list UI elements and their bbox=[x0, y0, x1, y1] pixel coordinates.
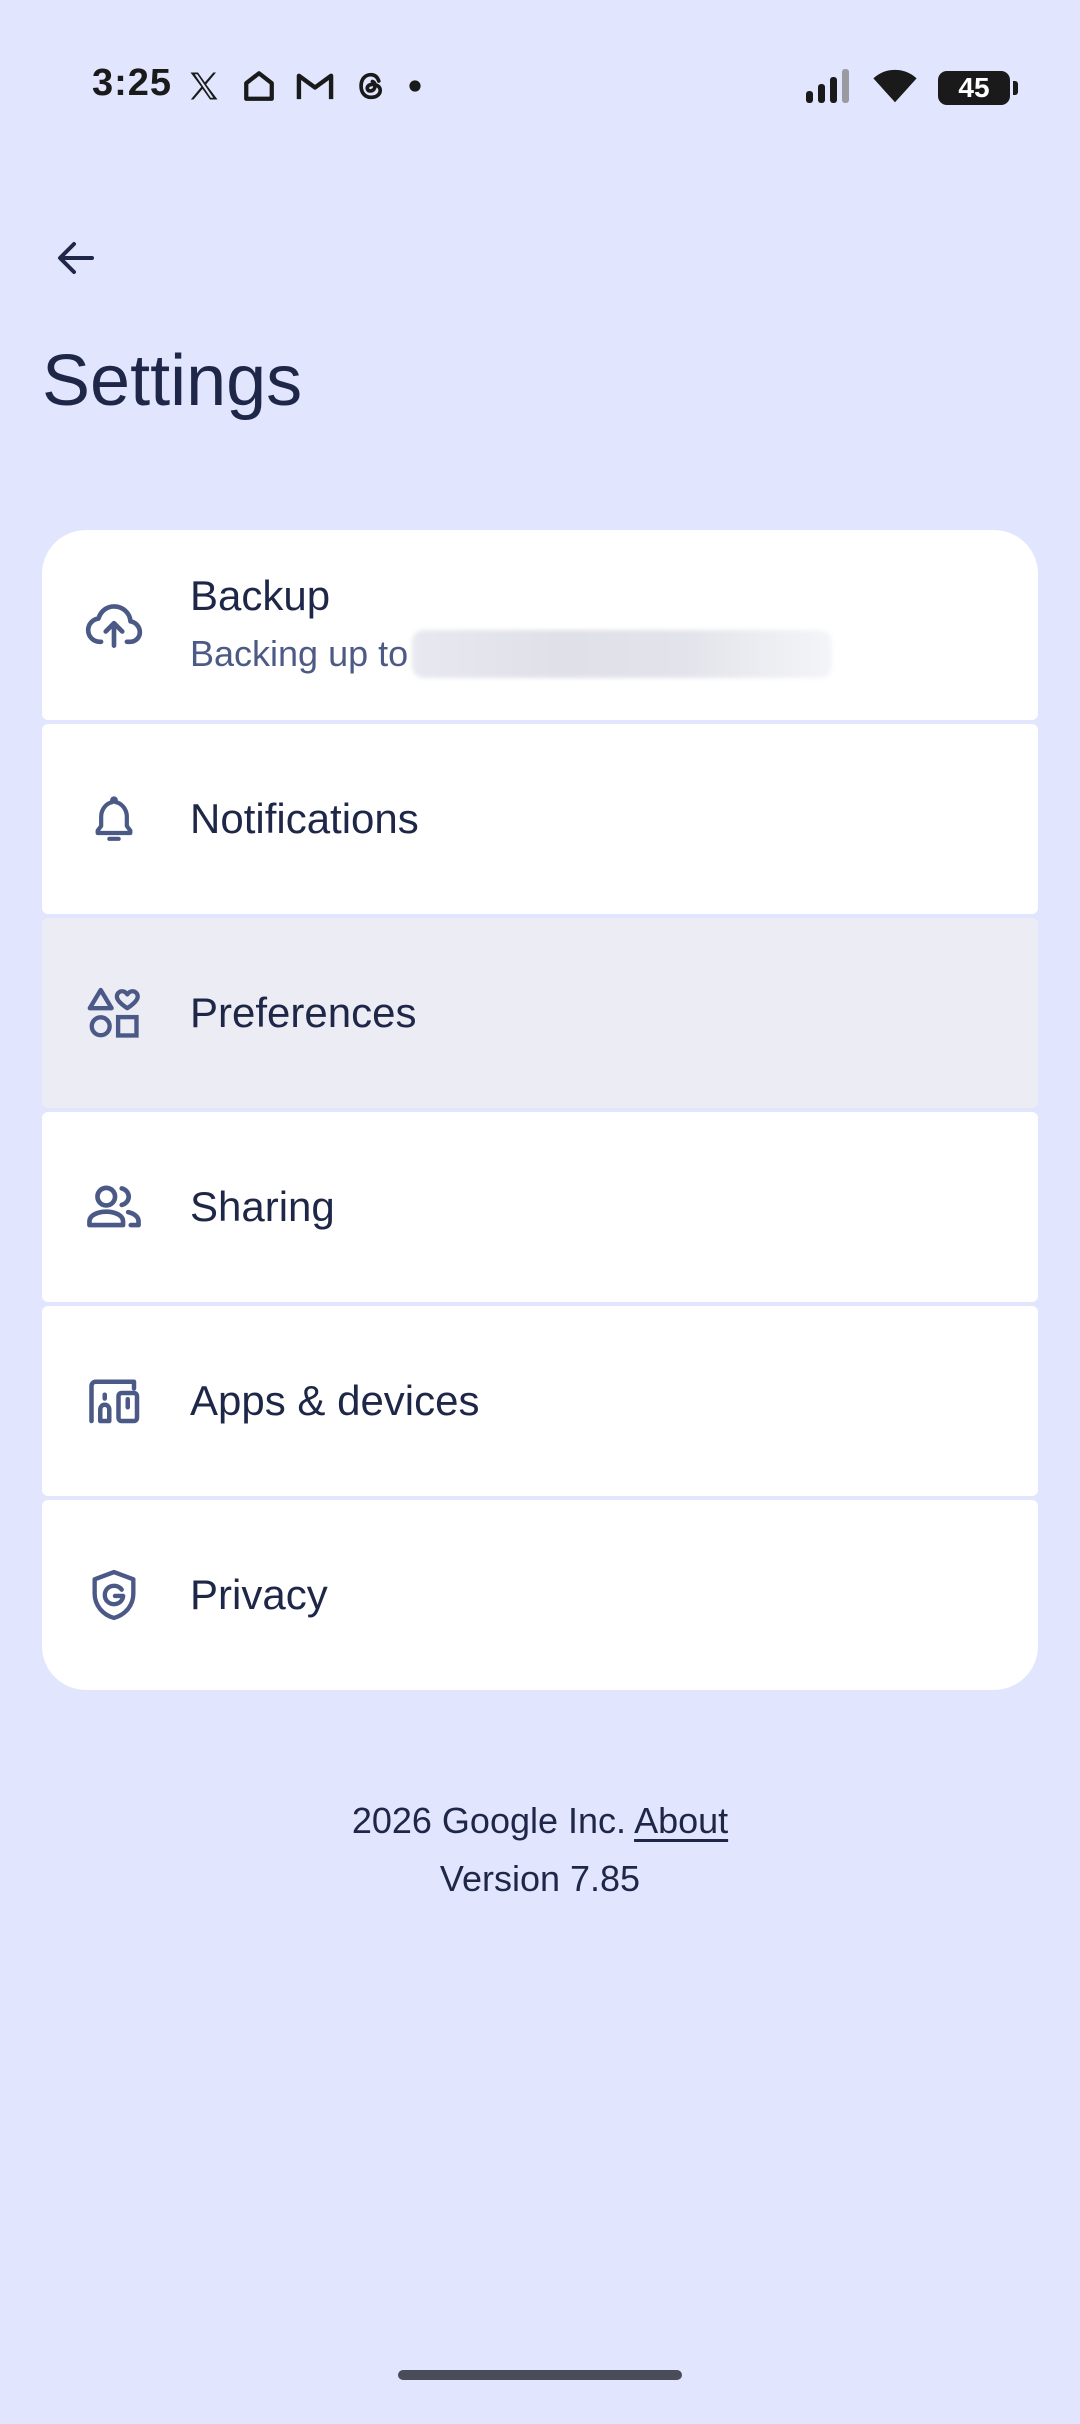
settings-item-notifications[interactable]: Notifications bbox=[42, 724, 1038, 914]
cloud-upload-icon bbox=[82, 593, 146, 657]
settings-item-label: Privacy bbox=[190, 1571, 328, 1618]
shapes-icon bbox=[82, 981, 146, 1045]
apps-devices-text: Apps & devices bbox=[190, 1377, 998, 1425]
settings-item-label: Apps & devices bbox=[190, 1377, 480, 1424]
settings-item-label: Sharing bbox=[190, 1183, 335, 1230]
backup-status: Backing up to bbox=[190, 630, 998, 678]
version-text: Version 7.85 bbox=[439, 1858, 641, 1899]
shield-g-icon bbox=[82, 1563, 146, 1627]
system-icons: 45 bbox=[786, 66, 1018, 110]
settings-item-sharing[interactable]: Sharing bbox=[42, 1112, 1038, 1302]
settings-item-label: Notifications bbox=[190, 795, 419, 842]
redacted-account bbox=[412, 630, 833, 678]
settings-item-apps-devices[interactable]: Apps & devices bbox=[42, 1306, 1038, 1496]
footer: 2026 Google Inc. About Version 7.85 bbox=[0, 1792, 1080, 1908]
about-link[interactable]: About bbox=[634, 1800, 728, 1841]
gmail-icon bbox=[296, 69, 334, 108]
arrow-back-icon bbox=[52, 234, 100, 287]
settings-item-label: Preferences bbox=[190, 989, 417, 1036]
threads-icon bbox=[354, 69, 388, 108]
dot-icon bbox=[408, 79, 422, 98]
preferences-text: Preferences bbox=[190, 989, 998, 1037]
x-app-icon bbox=[186, 68, 222, 109]
settings-item-backup[interactable]: Backup Backing up to bbox=[42, 530, 1038, 720]
battery-level: 45 bbox=[958, 72, 990, 103]
notifications-text: Notifications bbox=[190, 795, 998, 843]
signal-icon bbox=[806, 68, 852, 108]
page-title: Settings bbox=[42, 341, 303, 421]
bell-icon bbox=[82, 787, 146, 851]
copyright-line: 2026 Google Inc. About bbox=[0, 1792, 1080, 1850]
settings-item-label: Backup bbox=[190, 572, 331, 619]
status-bar: 3:25 45 bbox=[0, 0, 1080, 176]
backup-text: Backup Backing up to bbox=[190, 572, 998, 678]
back-button[interactable] bbox=[38, 222, 114, 298]
privacy-text: Privacy bbox=[190, 1571, 998, 1619]
backup-subtitle: Backing up to bbox=[190, 633, 409, 674]
copyright-text: 2026 Google Inc. bbox=[351, 1800, 627, 1841]
home-icon bbox=[242, 69, 276, 108]
battery-icon: 45 bbox=[938, 71, 1018, 105]
status-time: 3:25 bbox=[92, 62, 173, 104]
settings-list: Backup Backing up to Notifications Prefe… bbox=[42, 530, 1038, 1690]
devices-icon bbox=[82, 1369, 146, 1433]
wifi-icon bbox=[872, 68, 918, 109]
people-icon bbox=[82, 1175, 146, 1239]
notification-icons bbox=[186, 66, 442, 110]
settings-item-privacy[interactable]: Privacy bbox=[42, 1500, 1038, 1690]
settings-item-preferences[interactable]: Preferences bbox=[42, 918, 1038, 1108]
sharing-text: Sharing bbox=[190, 1183, 998, 1231]
gesture-nav-handle[interactable] bbox=[398, 2370, 682, 2380]
